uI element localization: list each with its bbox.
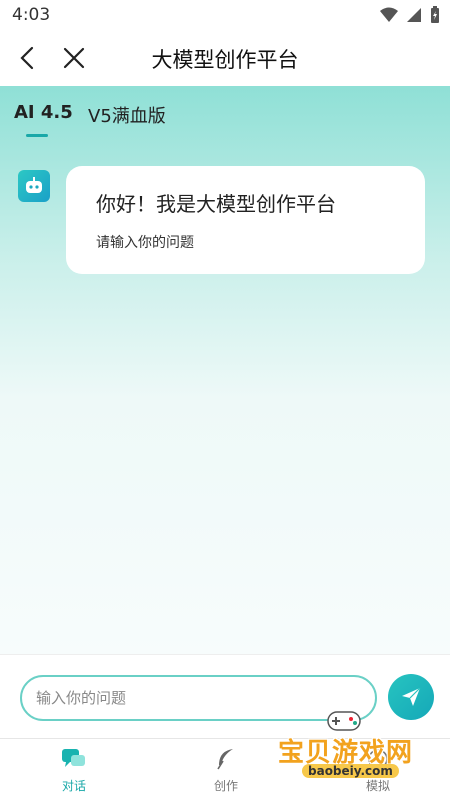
nav-item-chat[interactable]: 对话: [34, 747, 114, 794]
bot-avatar: [18, 170, 50, 202]
gamepad-icon: [327, 711, 361, 731]
watermark: 宝贝游戏网 baobeiy.com: [272, 706, 422, 786]
nav-item-create[interactable]: 创作: [186, 747, 266, 794]
wifi-icon: [380, 7, 398, 22]
nav-label-create: 创作: [213, 779, 238, 793]
nav-label-chat: 对话: [61, 779, 86, 793]
battery-icon: [431, 6, 439, 23]
bot-message-bubble: 你好！我是大模型创作平台 请输入你的问题: [66, 166, 425, 274]
chat-icon: [62, 749, 85, 767]
signal-icon: [407, 8, 421, 22]
title-bar: 大模型创作平台: [0, 30, 450, 86]
feather-icon: [217, 749, 233, 770]
robot-icon: [26, 177, 42, 193]
tab-ai-4-5[interactable]: AI 4.5: [14, 102, 73, 123]
message-subtitle: 请输入你的问题: [96, 235, 194, 251]
status-time: 4:03: [12, 5, 51, 25]
active-tab-indicator: [26, 134, 48, 137]
message-title: 你好！我是大模型创作平台: [96, 192, 336, 216]
status-icons: [380, 6, 440, 24]
watermark-url: baobeiy.com: [302, 764, 399, 778]
page-title: 大模型创作平台: [151, 48, 299, 72]
status-bar: 4:03: [0, 0, 450, 30]
tab-v5[interactable]: V5满血版: [88, 102, 166, 128]
chat-content: AI 4.5 V5满血版 你好！我是大模型创作平台 请输入你的问题: [0, 86, 450, 654]
